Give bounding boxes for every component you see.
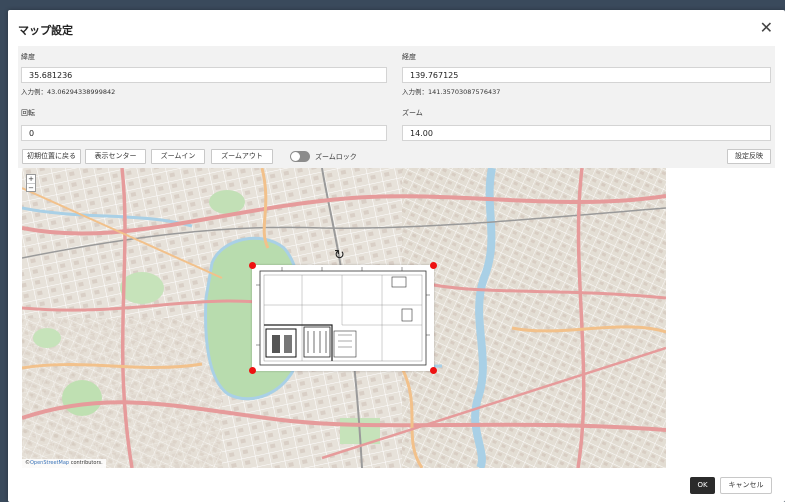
- latitude-input[interactable]: [21, 67, 387, 83]
- resize-handle-top-right[interactable]: [430, 262, 437, 269]
- zoom-lock-label: ズームロック: [315, 153, 357, 161]
- map-view[interactable]: + − ↻ ©OpenStreetMap contributors.: [22, 168, 666, 468]
- longitude-hint: 入力例：141.35703087576437: [402, 88, 501, 96]
- apply-settings-button[interactable]: 設定反映: [727, 149, 771, 164]
- rotation-input[interactable]: [21, 125, 387, 141]
- resize-handle-bottom-left[interactable]: [249, 367, 256, 374]
- longitude-input[interactable]: [402, 67, 771, 83]
- dialog-title: マップ設定: [18, 24, 73, 37]
- map-attribution: ©OpenStreetMap contributors.: [22, 459, 106, 468]
- toggle-knob: [291, 152, 300, 161]
- cancel-button[interactable]: キャンセル: [720, 477, 772, 494]
- zoom-label: ズーム: [402, 109, 423, 117]
- latitude-label: 緯度: [21, 53, 35, 61]
- openstreetmap-link[interactable]: OpenStreetMap: [30, 460, 69, 466]
- close-icon[interactable]: ✕: [760, 20, 773, 36]
- map-zoom-in-icon[interactable]: +: [27, 175, 35, 184]
- floor-plan-drawing: [256, 267, 430, 366]
- coordinate-form: 緯度 入力例：43.06294338999842 経度 入力例：141.3570…: [18, 46, 775, 144]
- zoom-in-button[interactable]: ズームイン: [151, 149, 205, 164]
- floor-plan-image: [252, 265, 434, 371]
- reset-position-button[interactable]: 初期位置に戻る: [22, 149, 81, 164]
- rotation-label: 回転: [21, 109, 35, 117]
- map-settings-dialog: マップ設定 ✕ 緯度 入力例：43.06294338999842 経度 入力例：…: [8, 10, 785, 502]
- attribution-suffix: contributors.: [69, 460, 103, 466]
- ok-button[interactable]: OK: [690, 477, 715, 494]
- center-button[interactable]: 表示センター: [85, 149, 146, 164]
- rotate-icon[interactable]: ↻: [334, 249, 345, 262]
- map-toolbar: 初期位置に戻る 表示センター ズームイン ズームアウト ズームロック 設定反映: [18, 144, 775, 168]
- longitude-label: 経度: [402, 53, 416, 61]
- resize-handle-top-left[interactable]: [249, 262, 256, 269]
- map-zoom-control: + −: [26, 174, 36, 192]
- map-zoom-out-icon[interactable]: −: [27, 184, 35, 192]
- latitude-hint: 入力例：43.06294338999842: [21, 88, 116, 96]
- zoom-out-button[interactable]: ズームアウト: [211, 149, 273, 164]
- zoom-input[interactable]: [402, 125, 771, 141]
- zoom-lock-toggle[interactable]: [290, 151, 310, 162]
- dialog-titlebar: マップ設定 ✕: [8, 10, 785, 46]
- resize-handle-bottom-right[interactable]: [430, 367, 437, 374]
- floor-plan-overlay[interactable]: ↻: [249, 249, 437, 374]
